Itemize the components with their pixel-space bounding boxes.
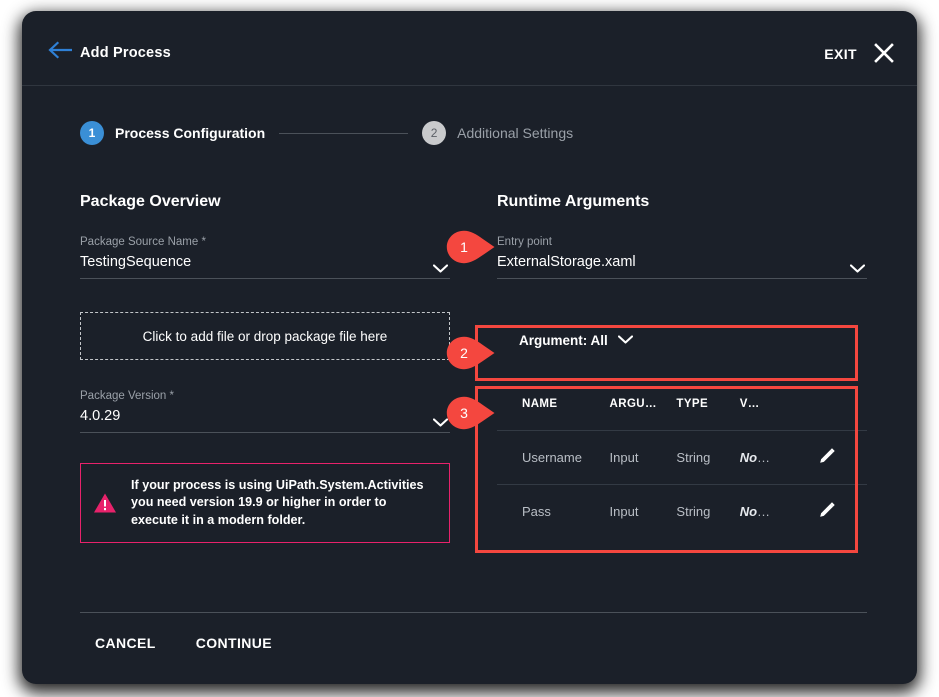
dialog-titlebar: Add Process EXIT: [22, 11, 917, 86]
cell-direction: Input: [609, 504, 639, 519]
column-header-actions: [817, 376, 867, 431]
package-source-name-label: Package Source Name *: [80, 236, 206, 248]
callout-pin-2-number: 2: [460, 345, 468, 361]
step-1-number: 1: [80, 121, 104, 145]
pencil-edit-icon[interactable]: [818, 501, 836, 519]
step-process-configuration[interactable]: 1 Process Configuration: [80, 121, 265, 145]
package-source-name-value: TestingSequence: [80, 254, 192, 270]
entry-point-select[interactable]: ExternalStorage.xaml: [497, 254, 867, 279]
column-header-direction[interactable]: ARGU…: [609, 376, 677, 431]
dropzone-label: Click to add file or drop package file h…: [142, 328, 388, 344]
table-row: Username Input String No…: [497, 430, 867, 485]
wizard-stepper: 1 Process Configuration 2 Additional Set…: [80, 121, 573, 145]
cell-value-text: No: [739, 504, 758, 519]
entry-point-field: Entry point ExternalStorage.xaml: [497, 236, 867, 279]
package-source-name-select[interactable]: TestingSequence: [80, 254, 450, 279]
footer-actions: CANCEL CONTINUE: [95, 635, 272, 651]
package-source-name-field: Package Source Name * TestingSequence: [80, 236, 450, 279]
package-version-select[interactable]: 4.0.29: [80, 408, 450, 433]
cell-value: No…: [740, 485, 818, 539]
continue-button[interactable]: CONTINUE: [196, 635, 272, 651]
cell-type: String: [676, 504, 711, 519]
screenshot-root: Add Process EXIT 1 Process Configuration…: [0, 0, 939, 697]
entry-point-label: Entry point: [497, 236, 552, 248]
arguments-table: NAME ARGU… TYPE V… Username Input String: [497, 376, 867, 538]
arrow-left-icon[interactable]: [48, 41, 74, 59]
cell-value-ellipsis: …: [757, 504, 771, 519]
column-header-value[interactable]: V…: [739, 376, 818, 431]
entry-point-value: ExternalStorage.xaml: [497, 254, 636, 270]
cell-value-ellipsis: …: [757, 450, 771, 465]
page-title: Add Process: [80, 45, 171, 61]
version-warning-banner: If your process is using UiPath.System.A…: [80, 463, 450, 544]
package-version-label: Package Version *: [80, 390, 174, 402]
cell-direction: Input: [609, 430, 677, 485]
package-version-field: Package Version * 4.0.29: [80, 390, 450, 433]
step-additional-settings[interactable]: 2 Additional Settings: [422, 121, 573, 145]
callout-pin-2: 2: [446, 336, 496, 370]
table-header-row: NAME ARGU… TYPE V…: [497, 376, 867, 431]
runtime-arguments-column: Runtime Arguments Entry point ExternalSt…: [497, 193, 867, 538]
footer-divider: [80, 612, 867, 613]
callout-pin-1-number: 1: [460, 239, 468, 255]
column-header-name[interactable]: NAME: [497, 376, 610, 431]
pencil-edit-icon[interactable]: [818, 447, 836, 465]
cell-name: Username: [497, 430, 610, 485]
cell-name: Pass: [522, 504, 551, 519]
step-1-label: Process Configuration: [115, 125, 266, 141]
chevron-down-icon: [617, 331, 633, 349]
argument-filter-dropdown[interactable]: Argument: All: [497, 315, 867, 365]
column-header-type[interactable]: TYPE: [676, 376, 740, 431]
close-x-icon[interactable]: [873, 42, 895, 64]
step-2-number: 2: [422, 121, 447, 145]
step-2-label: Additional Settings: [457, 125, 574, 141]
cancel-button[interactable]: CANCEL: [95, 635, 156, 651]
runtime-arguments-heading: Runtime Arguments: [497, 193, 650, 210]
package-overview-heading: Package Overview: [80, 193, 221, 210]
warning-triangle-icon: [93, 492, 117, 514]
package-overview-column: Package Overview Package Source Name * T…: [80, 193, 450, 544]
cell-type: String: [676, 430, 740, 485]
callout-pin-3-number: 3: [460, 405, 468, 421]
cell-value-text: No: [739, 450, 758, 465]
package-file-dropzone[interactable]: Click to add file or drop package file h…: [80, 312, 450, 360]
cell-actions: [818, 485, 867, 539]
step-connector: [279, 132, 409, 134]
package-version-value: 4.0.29: [80, 408, 121, 424]
cell-actions: [817, 430, 867, 485]
table-row: Pass Input String No…: [497, 485, 867, 539]
chevron-down-icon: [849, 260, 866, 273]
callout-pin-3: 3: [446, 396, 496, 430]
argument-filter-label: Argument: All: [519, 332, 608, 348]
callout-pin-1: 1: [446, 230, 496, 264]
cell-value: No…: [739, 430, 818, 485]
exit-button[interactable]: EXIT: [824, 46, 857, 62]
version-warning-text: If your process is using UiPath.System.A…: [131, 478, 424, 527]
